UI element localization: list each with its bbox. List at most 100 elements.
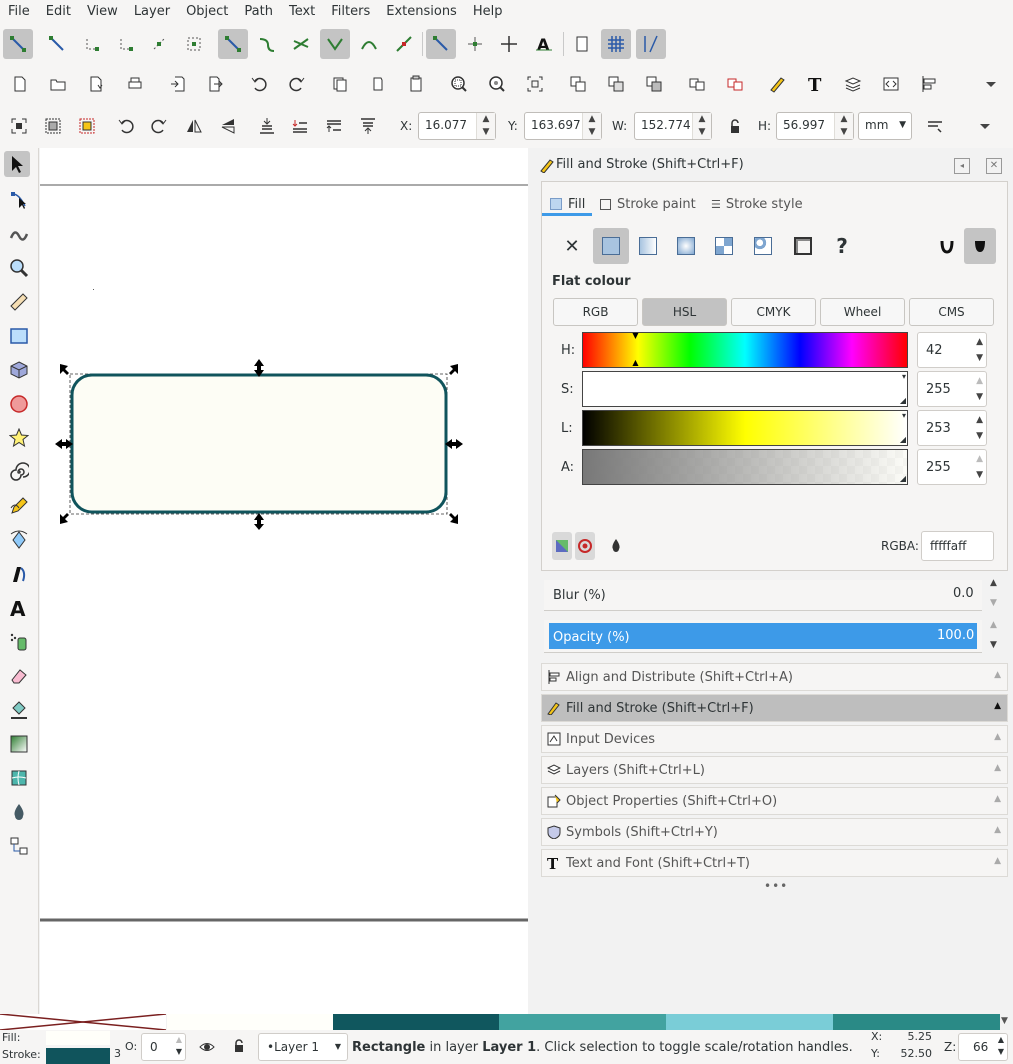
blur-slider[interactable]	[544, 580, 982, 611]
menu-extensions[interactable]: Extensions	[378, 0, 465, 24]
eraser-tool-icon[interactable]	[6, 663, 32, 689]
print-icon[interactable]	[124, 73, 146, 95]
fill-indicator-swatch[interactable]	[46, 1031, 110, 1045]
close-icon[interactable]: ✕	[986, 158, 1002, 174]
opacity-spinbox[interactable]: 0 ▲ ▼	[141, 1033, 186, 1061]
chevron-down-icon[interactable]: ▼	[998, 1047, 1004, 1056]
saturation-slider[interactable]: ▾ ◢	[582, 371, 908, 407]
handle-ne[interactable]	[449, 364, 458, 375]
transform-options-icon[interactable]	[924, 115, 946, 137]
color-managed-button[interactable]	[552, 532, 572, 560]
palette-swatch[interactable]	[499, 1014, 666, 1030]
open-icon[interactable]	[47, 73, 69, 95]
text-font-icon[interactable]: T	[804, 73, 826, 95]
mesh-tool-icon[interactable]	[6, 765, 32, 791]
tab-stroke-paint[interactable]: Stroke paint	[600, 192, 696, 216]
raise-icon[interactable]	[323, 115, 345, 137]
save-icon[interactable]	[85, 73, 107, 95]
snap-midpoint-icon[interactable]	[393, 33, 415, 55]
menu-layer[interactable]: Layer	[126, 0, 178, 24]
dialog-undock-icon[interactable]: ◂	[954, 158, 970, 174]
chevron-down-icon[interactable]: ▼	[176, 1047, 182, 1056]
measure-tool-icon[interactable]	[6, 289, 32, 315]
palette-scroll-icon[interactable]: ▼	[1001, 1016, 1008, 1026]
menu-path[interactable]: Path	[236, 0, 281, 24]
x-spin-arrows[interactable]: ▲ ▼	[476, 113, 495, 139]
snap-cusp-icon[interactable]	[320, 29, 350, 59]
mode-rgb-button[interactable]: RGB	[553, 298, 638, 326]
menu-filters[interactable]: Filters	[323, 0, 378, 24]
palette-swatch[interactable]	[333, 1014, 499, 1030]
ellipse-tool-icon[interactable]	[6, 391, 32, 417]
snap-bbox-center-icon[interactable]	[183, 33, 205, 55]
chevron-down-icon[interactable]: ▼	[976, 353, 983, 363]
overflow-menu-icon[interactable]	[980, 73, 1002, 95]
xml-editor-icon[interactable]	[880, 73, 902, 95]
y-spinbox[interactable]: 163.697 ▲ ▼	[524, 112, 602, 140]
chevron-down-icon[interactable]: ▼	[976, 431, 983, 441]
layers-icon[interactable]	[842, 73, 864, 95]
snap-text-baseline-icon[interactable]: A	[533, 33, 555, 55]
snap-rotation-center-icon[interactable]	[498, 33, 520, 55]
swatch-button[interactable]	[786, 229, 820, 263]
chevron-down-icon[interactable]: ▼	[990, 640, 997, 650]
alpha-slider[interactable]: ◢	[582, 449, 908, 485]
panel-symbols[interactable]: Symbols (Shift+Ctrl+Y) ▲	[541, 818, 1008, 846]
canvas[interactable]	[40, 148, 528, 1014]
chevron-down-icon[interactable]: ▼	[990, 598, 997, 608]
overflow-menu-icon[interactable]	[974, 115, 996, 137]
panel-layers[interactable]: Layers (Shift+Ctrl+L) ▲	[541, 756, 1008, 784]
select-all-icon[interactable]	[8, 115, 30, 137]
chevron-up-icon[interactable]: ▲	[976, 337, 983, 347]
align-distribute-icon[interactable]	[918, 73, 940, 95]
zoom-drawing-icon[interactable]	[486, 73, 508, 95]
stroke-indicator-swatch[interactable]	[46, 1048, 110, 1064]
snap-intersection-icon[interactable]	[290, 33, 312, 55]
clone-icon[interactable]	[605, 73, 627, 95]
lock-icon[interactable]	[232, 1039, 248, 1055]
menu-edit[interactable]: Edit	[38, 0, 79, 24]
menu-view[interactable]: View	[79, 0, 126, 24]
panel-drag-handle[interactable]: •••	[764, 879, 788, 893]
pick-color-icon[interactable]	[608, 537, 626, 555]
chevron-up-icon[interactable]: ▲	[176, 1035, 182, 1044]
zoom-spinbox[interactable]: 66 ▲ ▼	[958, 1033, 1008, 1061]
group-icon[interactable]	[686, 73, 708, 95]
fill-rule-nonzero-button[interactable]	[964, 228, 996, 264]
panel-fill-stroke[interactable]: Fill and Stroke (Shift+Ctrl+F) ▲	[541, 694, 1008, 722]
unset-paint-button[interactable]: ?	[825, 229, 859, 263]
flat-color-button[interactable]	[593, 228, 629, 264]
handle-s[interactable]	[254, 513, 264, 530]
mode-wheel-button[interactable]: Wheel	[820, 298, 905, 326]
eye-icon[interactable]	[199, 1039, 217, 1057]
chevron-up-icon[interactable]: ▲	[976, 454, 983, 464]
palette-swatch[interactable]	[167, 1014, 333, 1030]
lower-icon[interactable]	[289, 115, 311, 137]
handle-sw[interactable]	[60, 513, 69, 524]
w-spinbox[interactable]: 152.774 ▲ ▼	[634, 112, 712, 140]
new-document-icon[interactable]	[9, 73, 31, 95]
node-tool-icon[interactable]	[6, 187, 32, 213]
unlink-clone-icon[interactable]	[643, 73, 665, 95]
unit-select[interactable]: mm ▼	[858, 112, 912, 140]
hue-slider[interactable]: ▼ ▲	[582, 331, 908, 368]
chevron-down-icon[interactable]: ▼	[976, 470, 983, 480]
lower-to-bottom-icon[interactable]	[256, 115, 278, 137]
snap-enable-icon[interactable]	[3, 29, 33, 59]
pattern-button[interactable]	[707, 229, 741, 263]
out-of-gamut-button[interactable]	[575, 532, 595, 560]
panel-input-devices[interactable]: Input Devices ▲	[541, 725, 1008, 753]
snap-guide-icon[interactable]	[636, 29, 666, 59]
text-tool-icon[interactable]: A	[6, 595, 32, 621]
import-icon[interactable]	[167, 73, 189, 95]
menu-text[interactable]: Text	[281, 0, 323, 24]
copy-icon[interactable]	[329, 73, 351, 95]
palette-swatch[interactable]	[833, 1014, 1000, 1030]
lightness-slider[interactable]: ▾ ◢	[582, 410, 908, 446]
y-spin-arrows[interactable]: ▲ ▼	[582, 113, 601, 139]
snap-bbox-corner-icon[interactable]	[115, 33, 137, 55]
chevron-up-icon[interactable]: ▲	[998, 1035, 1004, 1044]
mode-hsl-button[interactable]: HSL	[642, 298, 727, 326]
snap-page-icon[interactable]	[571, 33, 593, 55]
chevron-up-icon[interactable]: ▲	[976, 415, 983, 425]
